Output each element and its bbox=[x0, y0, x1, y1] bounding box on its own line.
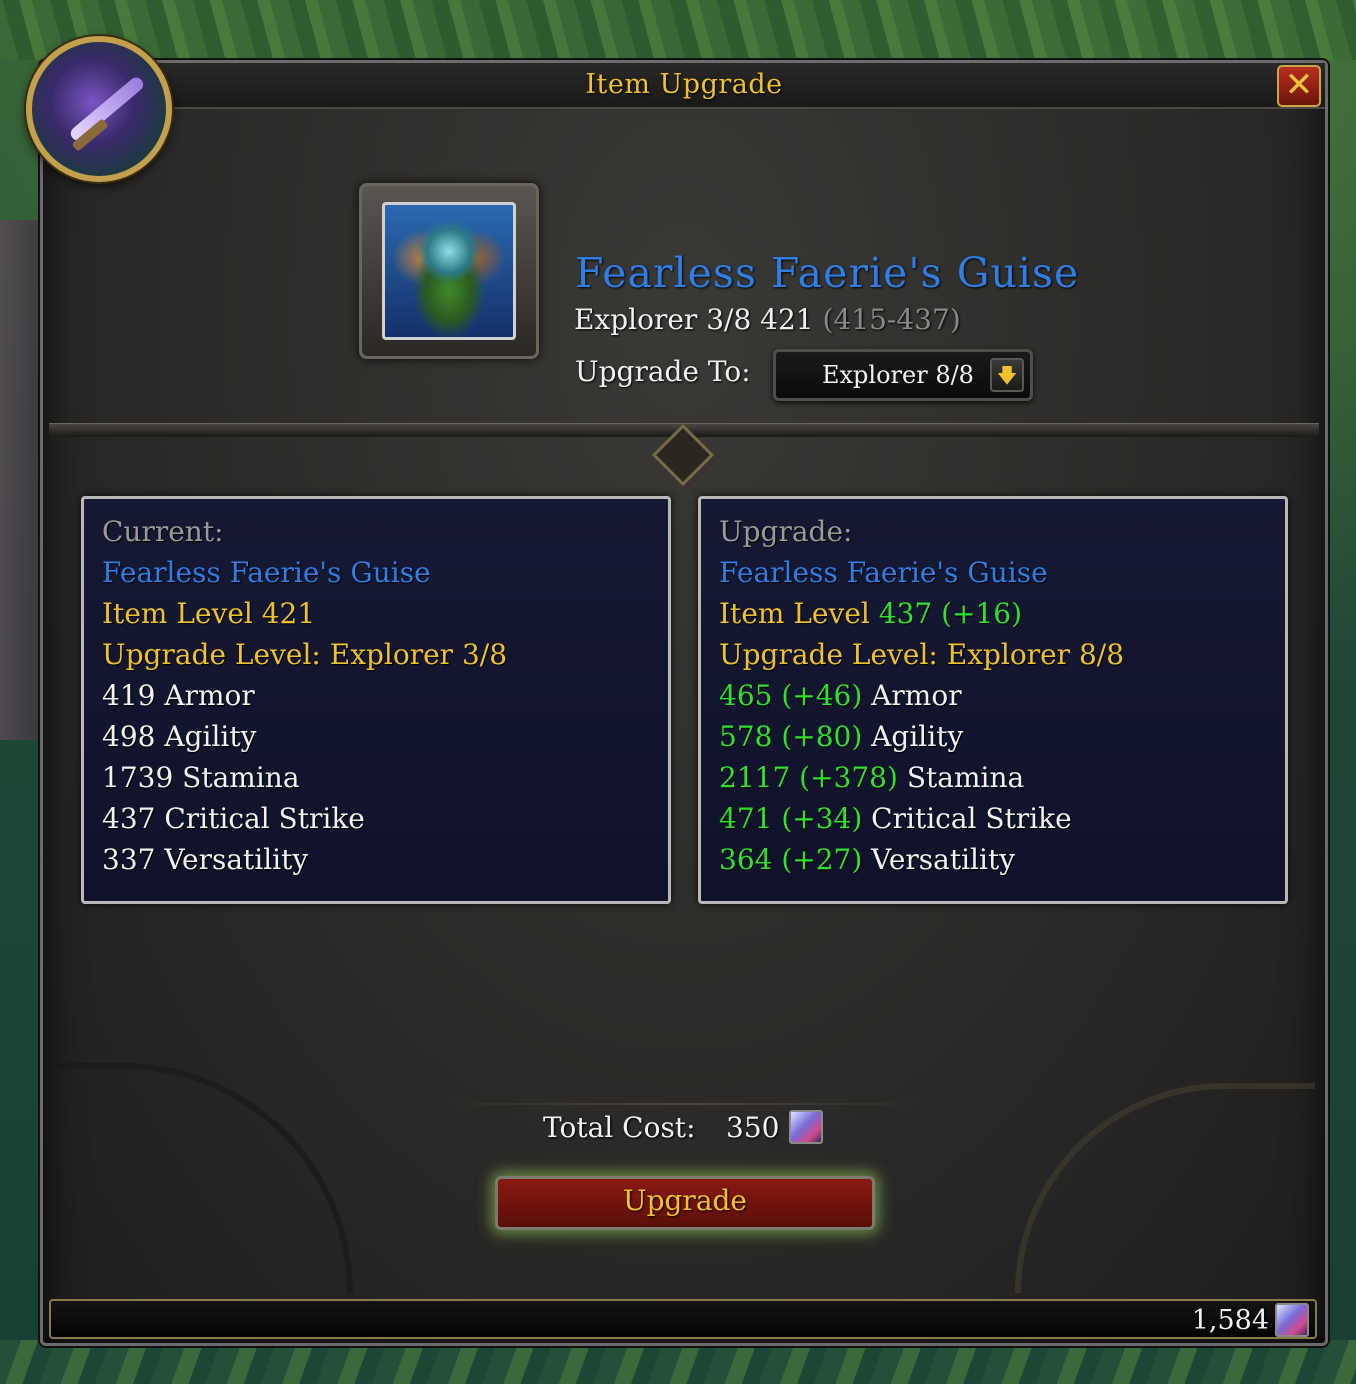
upgrade-stat-versatility: 364 (+27) Versatility bbox=[719, 839, 1285, 880]
close-button[interactable]: ✕ bbox=[1277, 65, 1321, 107]
current-upgrade-level: Upgrade Level: Explorer 3/8 bbox=[102, 638, 508, 671]
upgrade-item-level: Item Level 437 (+16) bbox=[719, 593, 1285, 634]
blade-shape bbox=[68, 74, 146, 144]
stat-label: Versatility bbox=[862, 843, 1016, 876]
stat-value: 2117 (+378) bbox=[719, 761, 898, 794]
item-level-range: (415-437) bbox=[822, 303, 961, 336]
currency-bar: 1,584 bbox=[49, 1299, 1317, 1339]
item-slot[interactable] bbox=[359, 183, 539, 359]
upgrade-upgrade-level: Upgrade Level: Explorer 8/8 bbox=[719, 638, 1125, 671]
upgrade-stat-armor: 465 (+46) Armor bbox=[719, 675, 1285, 716]
current-stat-armor: 419 Armor bbox=[102, 679, 255, 712]
currency-amount: 1,584 bbox=[1191, 1305, 1269, 1336]
current-stat-agility: 498 Agility bbox=[102, 720, 257, 753]
total-cost-label: Total Cost: bbox=[543, 1111, 696, 1144]
cost-divider bbox=[433, 1103, 933, 1105]
background-foliage bbox=[0, 0, 1356, 60]
upgrade-item-level-label: Item Level bbox=[719, 597, 879, 630]
stat-value: 364 (+27) bbox=[719, 843, 863, 876]
item-upgrade-window: Item Upgrade ✕ Fearless Faerie's Guise E… bbox=[40, 60, 1328, 1346]
item-track-level: Explorer 3/8 421 (415-437) bbox=[574, 303, 961, 336]
current-stats-panel: Current: Fearless Faerie's Guise Item Le… bbox=[81, 496, 671, 904]
upgrade-item-level-value: 437 (+16) bbox=[878, 597, 1023, 630]
upgrade-stats-panel: Upgrade: Fearless Faerie's Guise Item Le… bbox=[698, 496, 1288, 904]
stat-label: Agility bbox=[862, 720, 964, 753]
crest-icon[interactable] bbox=[1275, 1303, 1309, 1337]
item-header: Fearless Faerie's Guise Explorer 3/8 421… bbox=[43, 111, 1325, 441]
upgrade-heading: Upgrade: bbox=[719, 515, 853, 548]
close-icon: ✕ bbox=[1284, 65, 1314, 105]
window-title: Item Upgrade bbox=[585, 69, 783, 100]
stat-label: Stamina bbox=[897, 761, 1025, 794]
stat-label: Armor bbox=[862, 679, 962, 712]
current-item-name: Fearless Faerie's Guise bbox=[102, 556, 431, 589]
current-stat-critical-strike: 437 Critical Strike bbox=[102, 802, 365, 835]
chevron-down-icon[interactable]: 🡇 bbox=[990, 358, 1024, 392]
current-item-level: Item Level 421 bbox=[102, 597, 316, 630]
current-stat-versatility: 337 Versatility bbox=[102, 843, 309, 876]
weapon-portrait-icon bbox=[26, 36, 172, 182]
title-bar[interactable]: Item Upgrade ✕ bbox=[43, 63, 1325, 109]
background-foliage-bottom bbox=[0, 1340, 1356, 1384]
item-name: Fearless Faerie's Guise bbox=[575, 249, 1080, 297]
upgrade-stat-agility: 578 (+80) Agility bbox=[719, 716, 1285, 757]
stat-value: 578 (+80) bbox=[719, 720, 863, 753]
upgrade-to-label: Upgrade To: bbox=[575, 355, 751, 388]
upgrade-stat-critical-strike: 471 (+34) Critical Strike bbox=[719, 798, 1285, 839]
current-heading: Current: bbox=[102, 515, 224, 548]
upgrade-to-value: Explorer 8/8 bbox=[822, 361, 974, 389]
background-tree-trunk bbox=[0, 220, 45, 740]
rune-circle-decoration bbox=[53, 1063, 353, 1293]
stat-label: Critical Strike bbox=[862, 802, 1072, 835]
crest-icon[interactable] bbox=[789, 1110, 823, 1144]
upgrade-button[interactable]: Upgrade bbox=[495, 1176, 875, 1230]
upgrade-item-name: Fearless Faerie's Guise bbox=[719, 556, 1048, 589]
total-cost-value: 350 bbox=[726, 1111, 780, 1144]
upgrade-to-dropdown[interactable]: Explorer 8/8 🡇 bbox=[773, 349, 1033, 401]
current-stat-stamina: 1739 Stamina bbox=[102, 761, 300, 794]
upgrade-stat-stamina: 2117 (+378) Stamina bbox=[719, 757, 1285, 798]
stat-value: 471 (+34) bbox=[719, 802, 863, 835]
faerie-helm-icon[interactable] bbox=[382, 202, 516, 340]
rune-circle-decoration bbox=[1015, 1083, 1315, 1293]
stat-value: 465 (+46) bbox=[719, 679, 863, 712]
item-track-text: Explorer 3/8 421 bbox=[574, 303, 823, 336]
